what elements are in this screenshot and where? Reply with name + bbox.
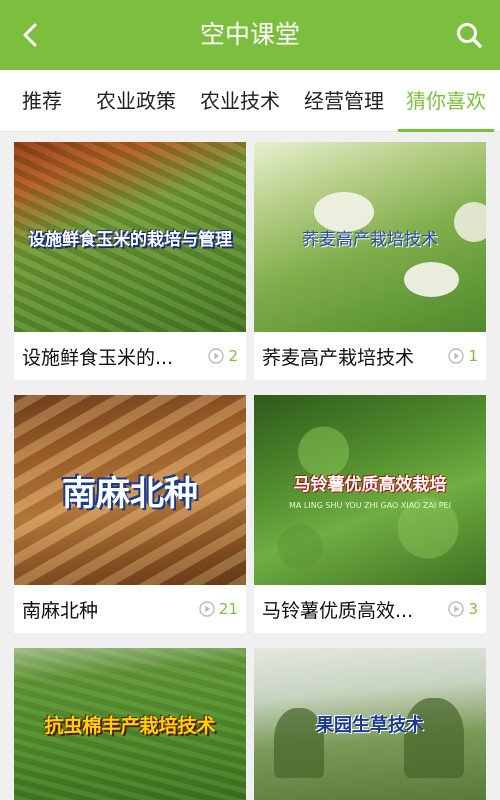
tab-agri-tech[interactable]: 农业技术 [188, 70, 292, 132]
app-header: 空中课堂 [0, 0, 500, 70]
video-card[interactable]: 南麻北种 南麻北种 21 [14, 395, 246, 633]
play-count: 21 [218, 600, 238, 618]
video-name: 设施鲜食玉米的... [22, 346, 174, 369]
video-thumbnail[interactable]: 设施鲜食玉米的栽培与管理 [14, 142, 246, 332]
play-count-icon [448, 348, 465, 364]
video-card[interactable]: 荞麦高产栽培技术 荞麦高产栽培技术 1 [254, 142, 486, 380]
video-thumbnail[interactable]: 果园生草技术 [254, 648, 486, 800]
tab-agri-policy[interactable]: 农业政策 [84, 70, 188, 132]
video-title-overlay: 抗虫棉丰产栽培技术 [44, 714, 216, 737]
video-thumbnail[interactable]: 荞麦高产栽培技术 [254, 142, 486, 332]
video-title-overlay: 马铃薯优质高效栽培 [293, 475, 447, 495]
video-title-pinyin: MA LING SHU YOU ZHI GAO XIAO ZAI PEI [289, 501, 451, 510]
video-title-overlay: 荞麦高产栽培技术 [302, 229, 438, 250]
video-thumbnail[interactable]: 马铃薯优质高效栽培 MA LING SHU YOU ZHI GAO XIAO Z… [254, 395, 486, 585]
play-count: 2 [228, 347, 238, 365]
tab-management[interactable]: 经营管理 [292, 70, 396, 132]
video-card[interactable]: 设施鲜食玉米的栽培与管理 设施鲜食玉米的... 2 [14, 142, 246, 380]
video-title-overlay: 设施鲜食玉米的栽培与管理 [28, 229, 232, 250]
play-count-icon [448, 601, 465, 617]
video-thumbnail[interactable]: 南麻北种 [14, 395, 246, 585]
video-name: 荞麦高产栽培技术 [262, 346, 415, 369]
video-name: 南麻北种 [22, 599, 99, 622]
video-card[interactable]: 果园生草技术 [254, 648, 486, 800]
video-title-overlay: 南麻北种 [62, 473, 198, 514]
video-name: 马铃薯优质高效... [262, 599, 414, 622]
tab-guess-you-like[interactable]: 猜你喜欢 [396, 70, 496, 132]
play-count-icon [199, 601, 215, 617]
play-count-icon [208, 348, 225, 364]
page-title: 空中课堂 [199, 20, 300, 49]
play-count: 1 [468, 347, 478, 365]
play-count: 3 [468, 600, 478, 618]
video-card[interactable]: 马铃薯优质高效栽培 MA LING SHU YOU ZHI GAO XIAO Z… [254, 395, 486, 633]
category-tabs: 推荐 农业政策 农业技术 经营管理 猜你喜欢 [0, 70, 500, 132]
tab-recommend[interactable]: 推荐 [0, 70, 84, 132]
video-thumbnail[interactable]: 抗虫棉丰产栽培技术 [14, 648, 246, 800]
video-title-overlay: 果园生草技术 [316, 715, 424, 736]
search-icon[interactable] [452, 18, 486, 52]
video-card[interactable]: 抗虫棉丰产栽培技术 [14, 648, 246, 800]
